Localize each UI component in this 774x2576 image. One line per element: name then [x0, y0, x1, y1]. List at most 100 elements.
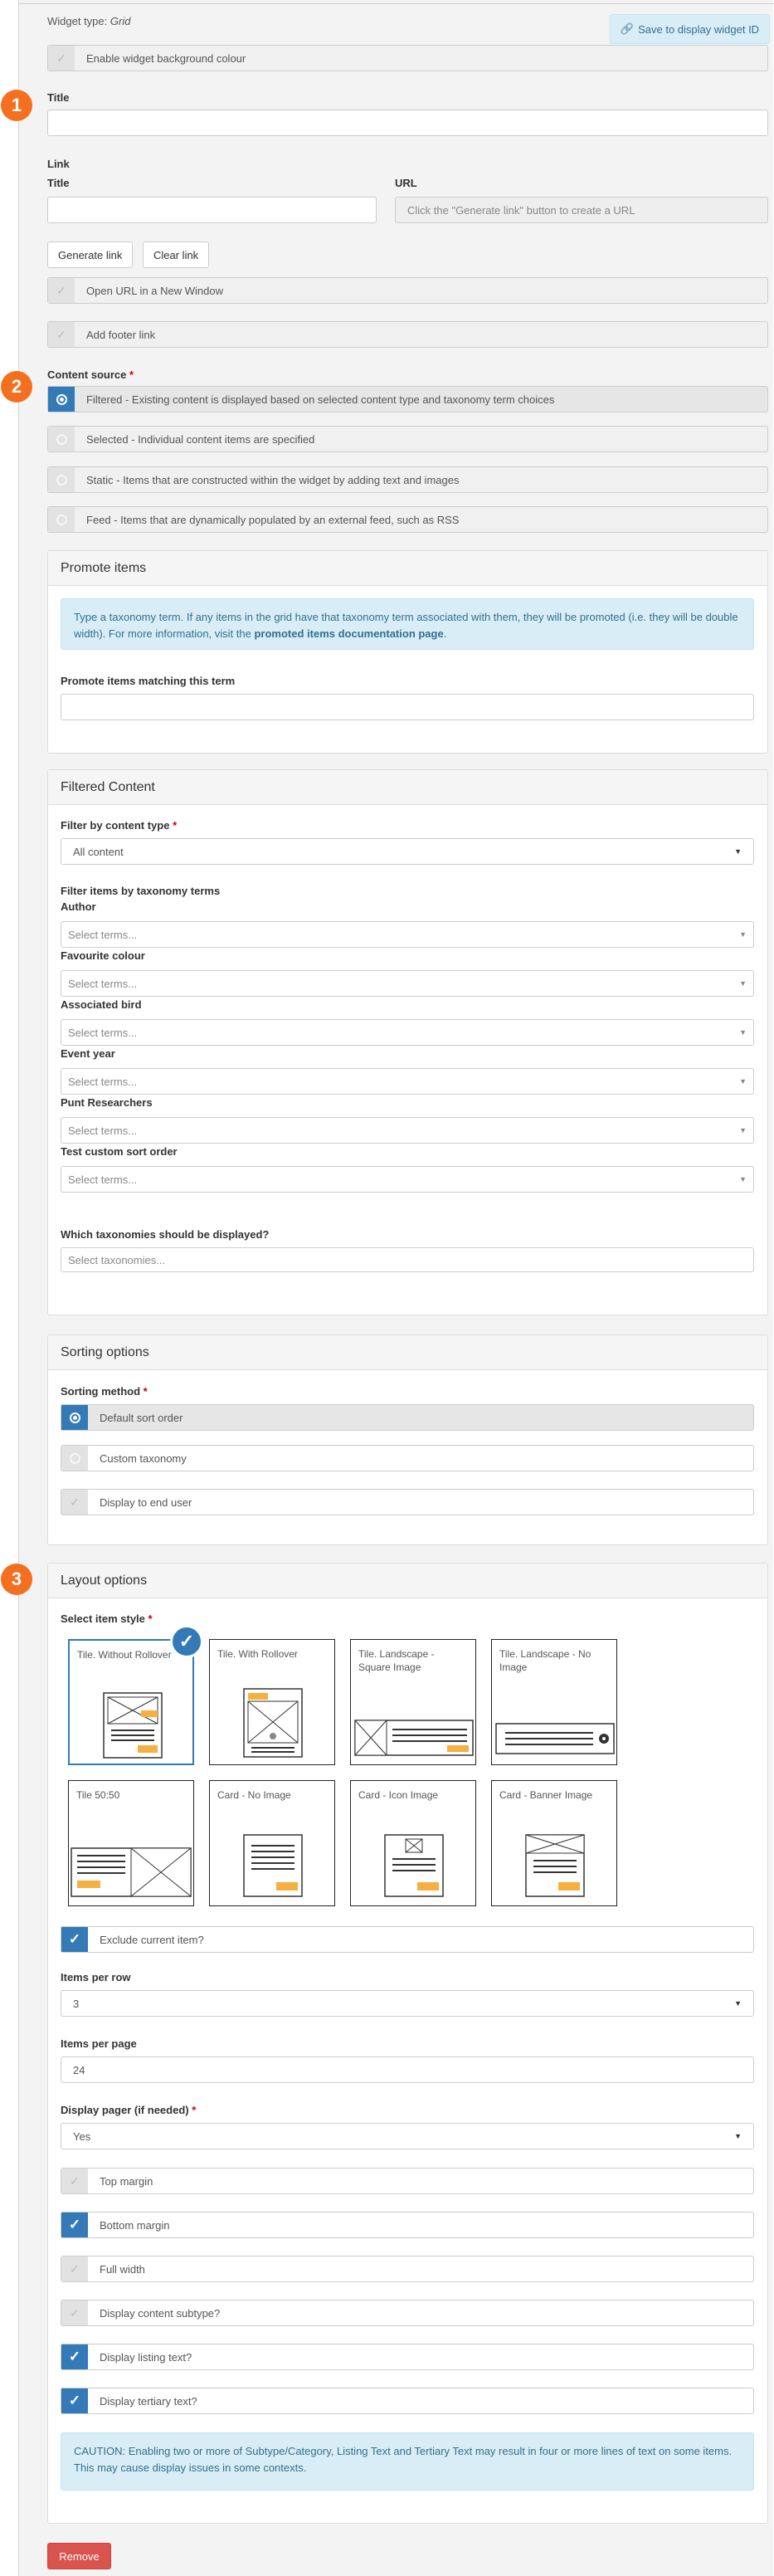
display-taxonomies-label: Which taxonomies should be displayed?	[61, 1228, 270, 1241]
radio-icon	[48, 427, 75, 451]
caret-down-icon: ▼	[739, 1028, 747, 1037]
taxonomy-label-author: Author	[61, 900, 96, 913]
items-per-row-label: Items per row	[61, 1971, 131, 1983]
style-tile-without-rollover[interactable]: Tile. Without Rollover	[68, 1639, 194, 1765]
display-taxonomies-input[interactable]: Select taxonomies...	[61, 1247, 754, 1272]
taxonomy-filter-label: Filter items by taxonomy terms	[61, 885, 221, 897]
sorting-options-heading: Sorting options	[48, 1335, 767, 1370]
content-source-filtered[interactable]: Filtered - Existing content is displayed…	[47, 386, 768, 412]
radio-selected-icon	[61, 1405, 88, 1430]
item-style-label: Select item style *	[61, 1612, 153, 1625]
url-input[interactable]: Click the "Generate link" button to crea…	[395, 197, 768, 223]
checkbox-icon: ✓	[48, 322, 75, 347]
title-label: Title	[47, 91, 70, 104]
checkbox-icon: ✓	[61, 2300, 88, 2325]
top-divider	[18, 3, 774, 4]
bottom-margin-toggle[interactable]: ✓ Bottom margin	[61, 2212, 754, 2238]
open-new-window-toggle[interactable]: ✓ Open URL in a New Window	[47, 277, 768, 304]
taxonomy-label-punt: Punt Researchers	[61, 1096, 153, 1109]
promote-info-alert: Type a taxonomy term. If any items in th…	[61, 598, 754, 650]
style-tile-50-50[interactable]: Tile 50:50	[68, 1780, 194, 1906]
full-width-toggle[interactable]: ✓ Full width	[61, 2256, 754, 2282]
promote-term-input[interactable]	[61, 694, 754, 720]
caret-down-icon: ▼	[734, 2132, 742, 2140]
checkbox-checked-icon: ✓	[61, 2388, 88, 2413]
display-pager-select[interactable]: Yes ▼	[61, 2123, 754, 2149]
promote-field-label: Promote items matching this term	[61, 675, 236, 687]
display-tertiary-text-toggle[interactable]: ✓ Display tertiary text?	[61, 2388, 754, 2414]
style-card-banner-image[interactable]: Card - Banner Image	[491, 1780, 617, 1906]
taxonomy-select-author[interactable]: Select terms... ▼	[61, 921, 754, 948]
step-badge-3: 3	[1, 1564, 32, 1595]
content-source-selected[interactable]: Selected - Individual content items are …	[47, 426, 768, 452]
sort-end-user-toggle[interactable]: ✓ Display to end user	[61, 1489, 754, 1515]
caret-down-icon: ▼	[739, 930, 747, 939]
taxonomy-select-event-year[interactable]: Select terms... ▼	[61, 1068, 754, 1095]
style-tile-landscape-square[interactable]: Tile. Landscape - Square Image	[350, 1639, 476, 1765]
save-widget-id-button[interactable]: 🔗 Save to display widget ID	[610, 14, 770, 44]
top-margin-toggle[interactable]: ✓ Top margin	[61, 2168, 754, 2194]
remove-button[interactable]: Remove	[47, 2543, 111, 2569]
promote-items-heading: Promote items	[48, 551, 767, 586]
enable-bg-toggle[interactable]: ✓ Enable widget background colour	[47, 45, 768, 71]
style-card-no-image[interactable]: Card - No Image	[209, 1780, 335, 1906]
widget-type-text: Widget type: Grid	[47, 15, 131, 27]
radio-icon	[61, 1446, 88, 1471]
tile-landscape-square-icon	[354, 1720, 474, 1756]
tile-landscape-no-image-icon	[495, 1723, 615, 1754]
generate-link-button[interactable]: Generate link	[47, 242, 134, 268]
caution-alert: CAUTION: Enabling two or more of Subtype…	[61, 2432, 754, 2491]
radio-selected-icon	[48, 387, 75, 412]
card-icon-image-icon	[384, 1834, 444, 1897]
checkbox-icon: ✓	[61, 2256, 88, 2281]
taxonomy-select-colour[interactable]: Select terms... ▼	[61, 970, 754, 997]
sorting-method-label: Sorting method *	[61, 1385, 148, 1398]
taxonomy-label-event-year: Event year	[61, 1047, 115, 1060]
tile-portrait-icon	[103, 1692, 163, 1759]
sort-default-option[interactable]: Default sort order	[61, 1404, 754, 1431]
display-pager-label: Display pager (if needed) *	[61, 2104, 197, 2116]
taxonomy-select-punt[interactable]: Select terms... ▼	[61, 1117, 754, 1144]
checkbox-icon: ✓	[48, 46, 75, 71]
items-per-page-input[interactable]: 24	[61, 2056, 754, 2083]
exclude-current-toggle[interactable]: ✓ Exclude current item?	[61, 1926, 754, 1953]
content-source-label: Content source *	[47, 368, 134, 381]
caret-down-icon: ▼	[739, 1126, 747, 1134]
taxonomy-select-bird[interactable]: Select terms... ▼	[61, 1019, 754, 1046]
checkbox-checked-icon: ✓	[61, 2344, 88, 2369]
taxonomy-label-colour: Favourite colour	[61, 949, 145, 962]
radio-icon	[48, 507, 75, 532]
taxonomy-label-bird: Associated bird	[61, 998, 142, 1011]
checkbox-checked-icon: ✓	[61, 1927, 88, 1952]
display-listing-text-toggle[interactable]: ✓ Display listing text?	[61, 2344, 754, 2370]
promote-docs-link[interactable]: promoted items documentation page	[254, 627, 443, 640]
content-source-static[interactable]: Static - Items that are constructed with…	[47, 466, 768, 493]
url-label: URL	[395, 177, 417, 189]
caret-down-icon: ▼	[739, 1077, 747, 1086]
caret-down-icon: ▼	[734, 847, 742, 856]
style-card-icon-image[interactable]: Card - Icon Image	[350, 1780, 476, 1906]
caret-down-icon: ▼	[734, 1999, 742, 2008]
checkbox-icon: ✓	[48, 278, 75, 303]
items-per-row-select[interactable]: 3 ▼	[61, 1990, 754, 2017]
link-icon: 🔗	[620, 22, 635, 35]
content-source-feed[interactable]: Feed - Items that are dynamically popula…	[47, 506, 768, 533]
caret-down-icon: ▼	[739, 979, 747, 988]
card-no-image-icon	[243, 1834, 303, 1897]
sort-custom-taxonomy-option[interactable]: Custom taxonomy	[61, 1445, 754, 1471]
filtered-content-heading: Filtered Content	[48, 770, 767, 805]
style-tile-landscape-no-image[interactable]: Tile. Landscape - No Image	[491, 1639, 617, 1765]
taxonomy-select-sort-order[interactable]: Select terms... ▼	[61, 1166, 754, 1193]
selected-check-icon: ✓	[170, 1625, 203, 1658]
style-tile-with-rollover[interactable]: Tile. With Rollover	[209, 1639, 335, 1765]
checkbox-checked-icon: ✓	[61, 2213, 88, 2237]
add-footer-link-toggle[interactable]: ✓ Add footer link	[47, 321, 768, 348]
clear-link-button[interactable]: Clear link	[143, 242, 210, 268]
display-subtype-toggle[interactable]: ✓ Display content subtype?	[61, 2300, 754, 2326]
step-badge-2: 2	[1, 371, 32, 402]
items-per-page-label: Items per page	[61, 2037, 137, 2050]
content-type-select[interactable]: All content ▼	[61, 838, 754, 865]
title-input[interactable]	[47, 110, 768, 136]
link-title-input[interactable]	[47, 197, 377, 223]
link-title-label: Title	[47, 177, 70, 189]
